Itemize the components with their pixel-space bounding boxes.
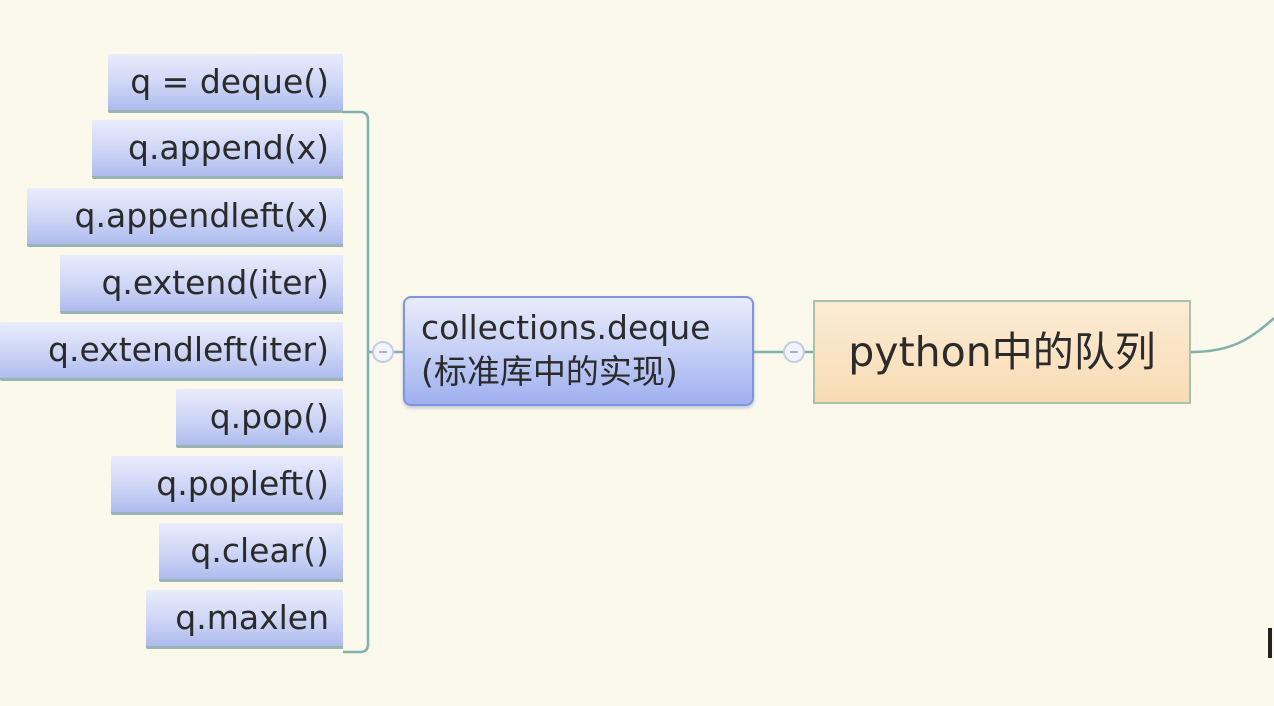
text-cursor [1268,628,1272,658]
leaf-label: q.pop() [209,397,329,436]
leaf-label: q.clear() [190,531,329,570]
leaf-node-popleft[interactable]: q.popleft() [111,456,343,512]
leaf-label: q.popleft() [156,464,329,503]
leaf-node-deque-constructor[interactable]: q = deque() [108,54,343,110]
leaf-label: q.appendleft(x) [74,196,329,235]
leaf-label: q.append(x) [128,128,329,167]
root-label: python中的队列 [848,328,1156,376]
collapse-branch-button[interactable] [783,341,805,363]
leaf-node-append[interactable]: q.append(x) [92,120,343,176]
mindmap-canvas: q = deque() q.append(x) q.appendleft(x) … [0,0,1274,706]
leaf-label: q.extend(iter) [101,263,329,302]
branch-label-line1: collections.deque [421,308,711,347]
leaf-label: q.extendleft(iter) [48,330,329,369]
leaf-label: q = deque() [130,62,329,101]
leaf-node-maxlen[interactable]: q.maxlen [146,590,343,646]
collapse-leaves-button[interactable] [372,341,394,363]
branch-label-line2: (标准库中的实现) [421,352,678,391]
leaf-node-extendleft[interactable]: q.extendleft(iter) [0,322,343,378]
leaves-spine-connector [343,110,370,654]
branch-node-collections-deque[interactable]: collections.deque (标准库中的实现) [403,296,754,406]
leaf-node-appendleft[interactable]: q.appendleft(x) [27,188,343,244]
root-to-offscreen-connector [1190,317,1274,354]
leaf-node-pop[interactable]: q.pop() [176,389,343,445]
leaf-node-extend[interactable]: q.extend(iter) [60,255,343,311]
root-node-python-queue[interactable]: python中的队列 [813,300,1191,404]
leaf-node-clear[interactable]: q.clear() [159,523,343,579]
leaf-label: q.maxlen [175,598,329,637]
